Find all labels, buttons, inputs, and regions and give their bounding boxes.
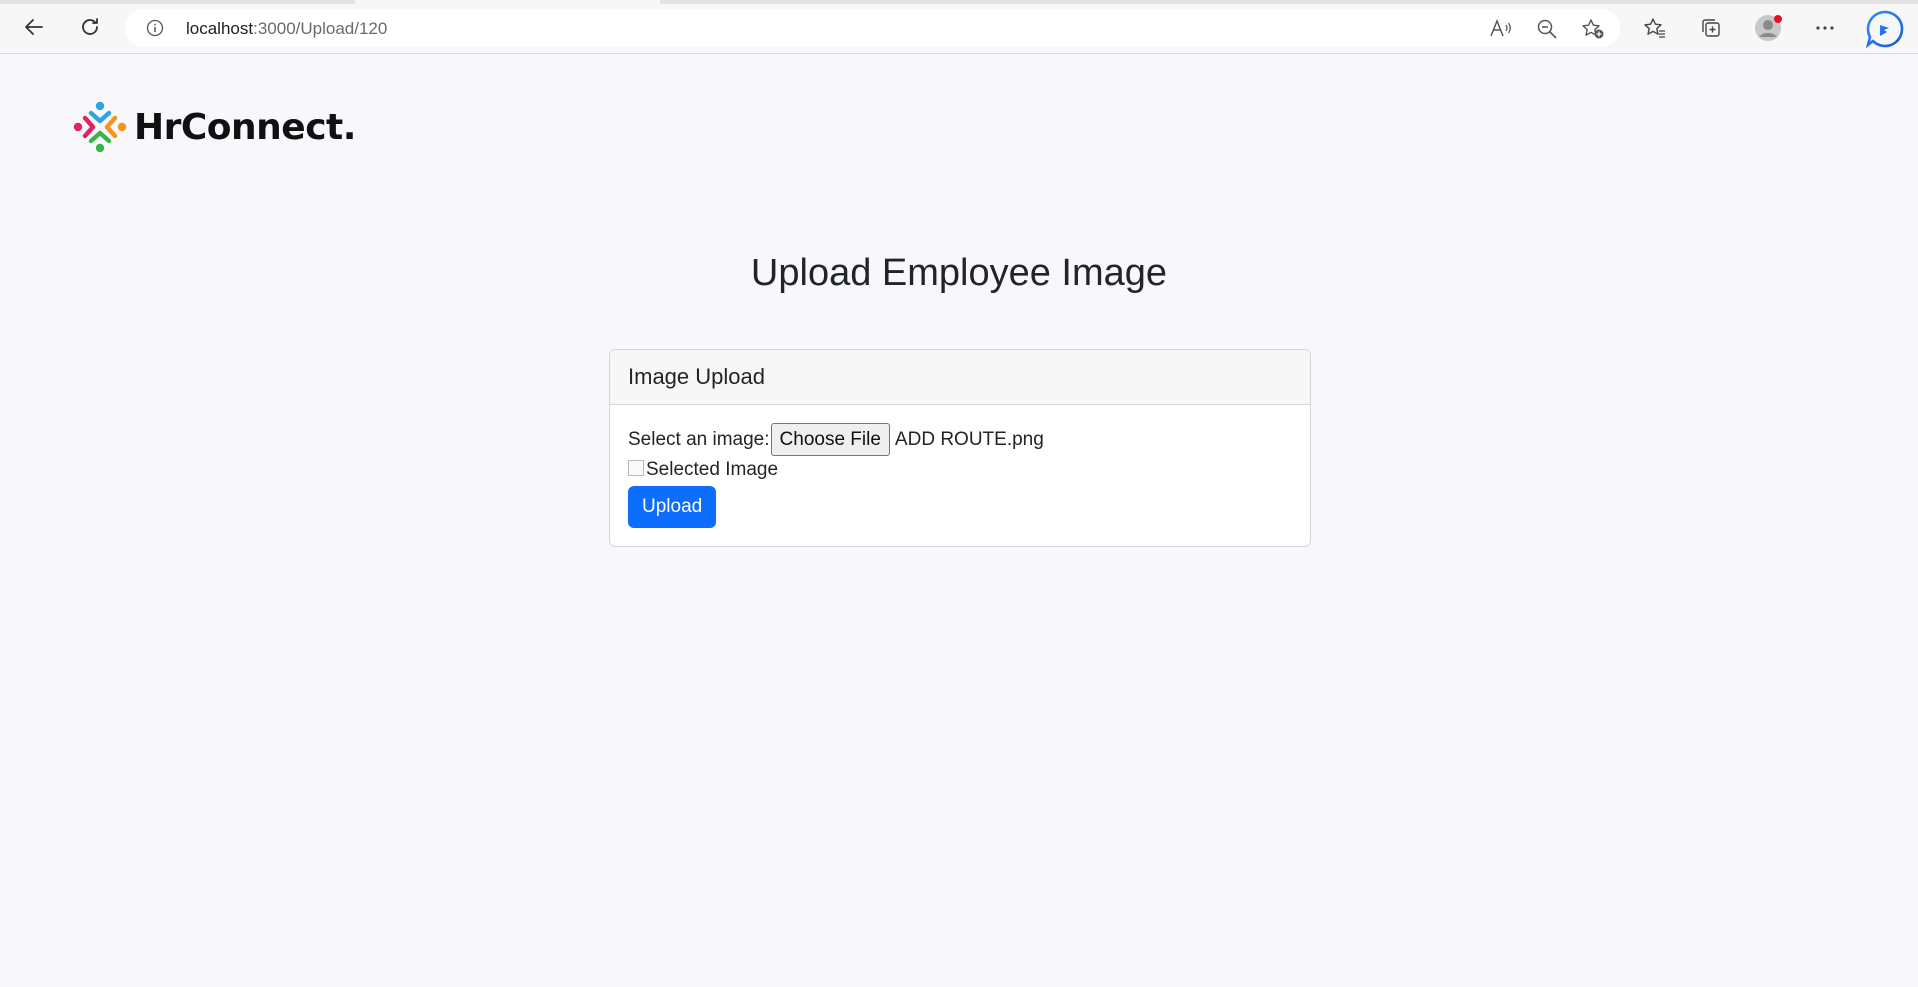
browser-toolbar: localhost:3000/Upload/120 — [0, 0, 1918, 54]
collections-icon[interactable] — [1696, 13, 1726, 43]
back-button[interactable] — [18, 11, 50, 43]
refresh-button[interactable] — [74, 11, 106, 43]
image-upload-card: Image Upload Select an image: Choose Fil… — [609, 349, 1311, 547]
site-info-icon[interactable] — [146, 19, 164, 37]
url-path: :3000/Upload/120 — [253, 19, 388, 38]
read-aloud-glyph — [1490, 18, 1511, 37]
select-image-label: Select an image: — [628, 428, 770, 450]
selected-file-name: ADD ROUTE.png — [894, 428, 1044, 450]
address-bar[interactable]: localhost:3000/Upload/120 — [125, 9, 1620, 47]
add-favorite-icon[interactable] — [1580, 18, 1606, 40]
more-horizontal-icon — [1816, 26, 1834, 30]
bing-copilot-button[interactable] — [1866, 10, 1904, 48]
collections-glyph — [1702, 19, 1720, 37]
hrconnect-logo[interactable]: HrConnect. — [72, 100, 356, 154]
inactive-tab-left[interactable] — [0, 0, 355, 4]
star-plus-glyph — [1582, 19, 1604, 39]
page-title: Upload Employee Image — [750, 252, 1168, 294]
upload-button[interactable]: Upload — [628, 486, 717, 528]
url-text[interactable]: localhost:3000/Upload/120 — [186, 19, 387, 39]
choose-file-button[interactable]: Choose File — [770, 423, 890, 456]
bing-chat-icon — [1866, 10, 1904, 48]
favorites-star-glyph — [1644, 18, 1665, 38]
card-header: Image Upload — [610, 350, 1310, 405]
logo-text: HrConnect. — [134, 106, 356, 148]
tab-strip — [0, 0, 1918, 4]
back-arrow-icon — [25, 19, 43, 35]
hrconnect-logo-icon — [73, 101, 127, 153]
broken-image-icon — [628, 460, 644, 476]
inactive-tab-right[interactable] — [660, 0, 1918, 4]
favorites-icon[interactable] — [1640, 13, 1670, 43]
image-alt-text: Selected Image — [646, 459, 779, 480]
selected-image-preview: Selected Image — [628, 459, 778, 481]
settings-more-button[interactable] — [1810, 13, 1840, 43]
url-host: localhost — [186, 19, 254, 38]
refresh-icon — [82, 18, 98, 35]
zoom-out-icon[interactable] — [1534, 18, 1560, 40]
magnifier-minus-glyph — [1537, 19, 1557, 39]
file-input-row: Select an image: Choose File ADD ROUTE.p… — [628, 423, 1044, 456]
notification-dot — [1774, 15, 1782, 23]
read-aloud-icon[interactable] — [1488, 18, 1514, 40]
profile-avatar[interactable] — [1753, 13, 1783, 43]
